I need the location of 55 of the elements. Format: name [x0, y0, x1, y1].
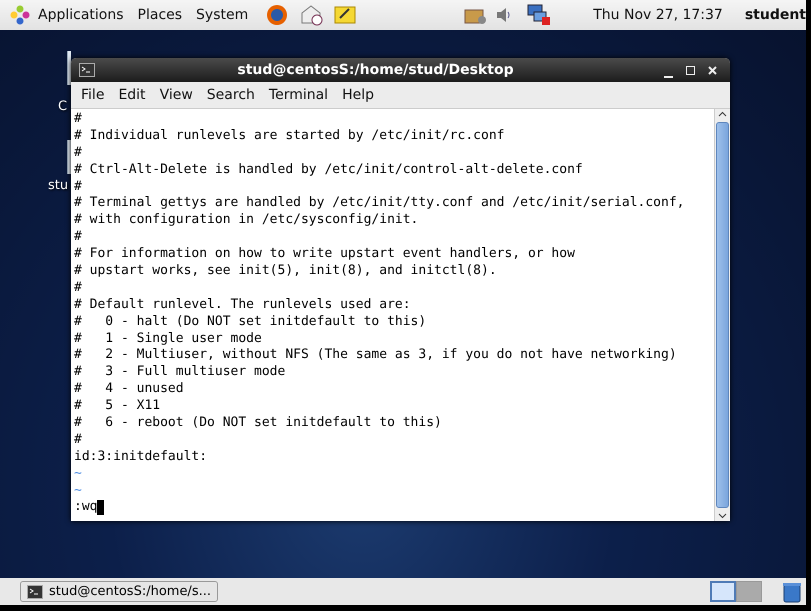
user-name[interactable]: student [744, 7, 806, 23]
flower-logo-icon [10, 5, 30, 25]
text-line: # 1 - Single user mode [74, 330, 262, 348]
trash-icon[interactable] [782, 580, 802, 602]
clock[interactable]: Thu Nov 27, 17:37 [593, 7, 723, 23]
text-line: :wq [74, 499, 98, 516]
taskbar-button[interactable]: stud@centosS:/home/s... [20, 581, 218, 602]
text-line: id:3:initdefault: [74, 448, 208, 466]
panel-menu[interactable]: System [196, 7, 248, 23]
desktop-icon-label[interactable]: stu [48, 178, 68, 193]
text-line: # [74, 229, 82, 246]
panel-menu[interactable]: Applications [38, 7, 124, 23]
text-line: # upstart works, see init(5), init(8), and initctl(8). [74, 263, 497, 280]
text-line: # [74, 432, 82, 449]
text-line: # Ctrl-Alt-Delete is handled by /etc/init/control-alt-delete.conf [74, 162, 583, 179]
workspace-switcher[interactable] [710, 581, 736, 602]
empty-line-marker: ~ [74, 482, 82, 500]
terminal-icon [27, 584, 43, 598]
close-icon [708, 66, 716, 74]
firefox-icon[interactable] [266, 4, 288, 26]
text-line: # [74, 144, 82, 162]
text-line: # 6 - reboot (Do NOT set initdefault to this) [74, 415, 442, 432]
text-line: # [74, 280, 82, 297]
text-line: # 0 - halt (Do NOT set initdefault to this) [74, 314, 426, 331]
workspace-switcher[interactable] [736, 581, 762, 602]
menu-item[interactable]: Edit [111, 87, 153, 103]
desktop-icon-label[interactable]: C [58, 99, 68, 114]
text-line: # Default runlevel. The runlevels used are: [74, 296, 411, 314]
minimize-icon [664, 76, 672, 78]
text-line: # [74, 111, 82, 128]
text-line: # 2 - Multiuser, without NFS (The same as 3, if you do not have networking) [74, 347, 677, 364]
text-line: # [74, 178, 82, 196]
mail-clock-icon[interactable] [300, 4, 324, 26]
panel-menu[interactable]: Places [138, 7, 182, 23]
terminal-icon [79, 63, 95, 77]
menu-item[interactable]: Help [335, 87, 381, 103]
notepad-icon[interactable] [334, 5, 356, 25]
menu-item[interactable]: View [152, 87, 200, 103]
text-line: # 4 - unused [74, 381, 184, 398]
window-title: stud@centosS:/home/stud/Desktop [236, 62, 515, 78]
empty-line-marker: ~ [74, 466, 82, 483]
menu-item[interactable]: Search [200, 87, 262, 103]
network-disconnected-icon[interactable] [527, 4, 552, 26]
text-line: # 3 - Full multiuser mode [74, 364, 286, 382]
scrollbar-thumb[interactable] [716, 122, 729, 508]
maximize-icon [686, 66, 694, 74]
text-line: # 5 - X11 [74, 398, 160, 416]
text-line: # with configuration in /etc/sysconfig/init. [74, 212, 418, 230]
scrollbar[interactable] [714, 109, 730, 521]
menu-item[interactable]: File [74, 87, 112, 103]
text-line: # Individual runlevels are started by /etc/init/rc.conf [74, 128, 504, 145]
text-line: # Terminal gettys are handled by /etc/init/tty.conf and /etc/init/serial.conf, [74, 195, 684, 212]
text-cursor [97, 500, 104, 516]
menu-item[interactable]: Terminal [262, 87, 336, 103]
text-line: # For information on how to write upstart event handlers, or how [74, 246, 575, 264]
